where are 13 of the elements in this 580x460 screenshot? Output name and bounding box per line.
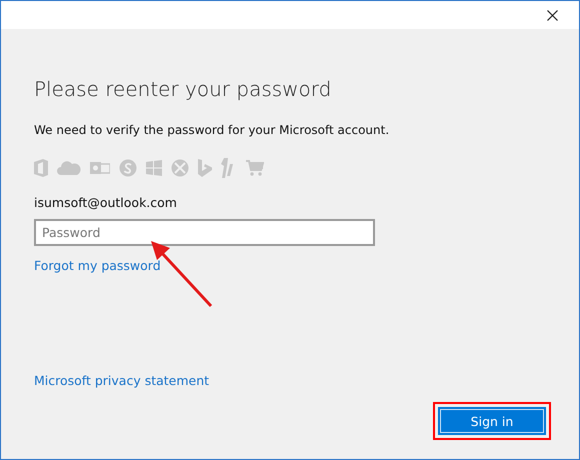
message-text: We need to verify the password for your Microsoft account. (34, 123, 390, 137)
sign-in-button[interactable]: Sign in (438, 407, 546, 435)
document-icon (34, 159, 48, 177)
forgot-password-link[interactable]: Forgot my password (34, 258, 161, 273)
windows-icon (146, 160, 162, 176)
privacy-statement-link[interactable]: Microsoft privacy statement (34, 373, 210, 388)
dialog-heading: Please reenter your password (34, 77, 332, 101)
circle-icon (119, 159, 137, 177)
password-field[interactable]: Password (34, 219, 375, 246)
cart-icon (246, 160, 264, 176)
account-email: isumsoft@outlook.com (34, 195, 177, 210)
cloud-icon (57, 161, 81, 175)
close-icon[interactable] (547, 10, 558, 20)
